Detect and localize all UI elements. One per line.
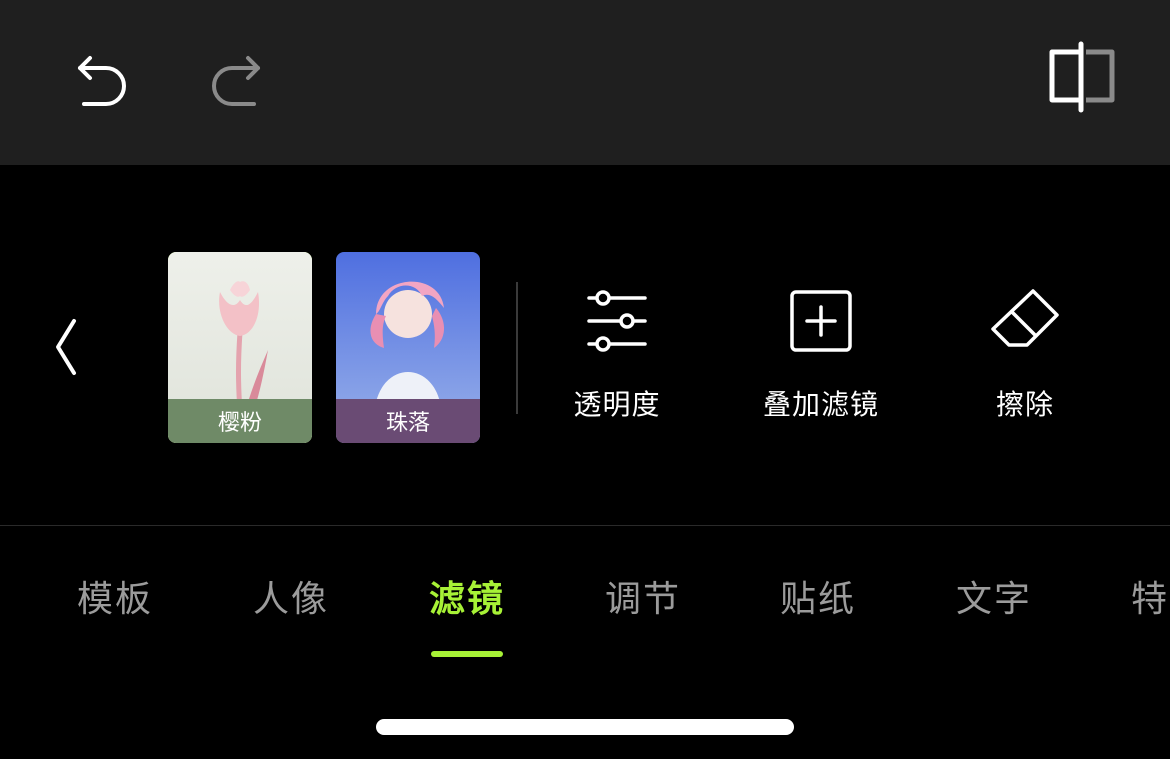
redo-icon (212, 56, 260, 106)
filter-thumbnail-zhuluo[interactable]: 珠落 (336, 252, 480, 443)
eraser-icon (991, 289, 1059, 347)
filter-label: 樱粉 (168, 399, 312, 443)
compare-icon (1049, 41, 1115, 113)
erase-label: 擦除 (995, 388, 1054, 421)
filter-panel: 樱粉 珠落 透明度 叠加滤镜 擦除 (0, 165, 1170, 525)
compare-button[interactable] (1044, 40, 1120, 116)
redo-button[interactable] (204, 48, 268, 112)
filter-thumbnail-sakura[interactable]: 樱粉 (168, 252, 312, 443)
home-indicator[interactable] (376, 719, 794, 735)
active-tab-indicator (431, 651, 503, 657)
undo-button[interactable] (70, 48, 134, 112)
overlay-filter-label: 叠加滤镜 (762, 388, 879, 421)
tab-sticker[interactable]: 贴纸 (780, 570, 856, 622)
undo-icon (78, 56, 126, 106)
erase-tool[interactable]: 擦除 (930, 283, 1120, 443)
tab-filter[interactable]: 滤镜 (429, 570, 505, 622)
top-toolbar (0, 0, 1170, 165)
opacity-tool[interactable]: 透明度 (522, 283, 712, 443)
tab-adjust[interactable]: 调节 (605, 570, 681, 622)
bottom-tab-bar: 模板 人像 滤镜 调节 贴纸 文字 特 (0, 540, 1170, 660)
sliders-icon (587, 290, 647, 352)
opacity-label: 透明度 (573, 388, 661, 421)
chevron-left-icon (56, 319, 76, 375)
divider (516, 282, 518, 414)
add-layer-icon (790, 290, 852, 352)
tab-portrait[interactable]: 人像 (253, 570, 329, 622)
filter-label: 珠落 (336, 399, 480, 443)
tab-template[interactable]: 模板 (77, 570, 153, 622)
tab-text[interactable]: 文字 (956, 570, 1032, 622)
overlay-filter-tool[interactable]: 叠加滤镜 (726, 283, 916, 443)
separator (0, 525, 1170, 526)
back-button[interactable] (40, 315, 92, 379)
tab-effects[interactable]: 特 (1131, 570, 1169, 622)
